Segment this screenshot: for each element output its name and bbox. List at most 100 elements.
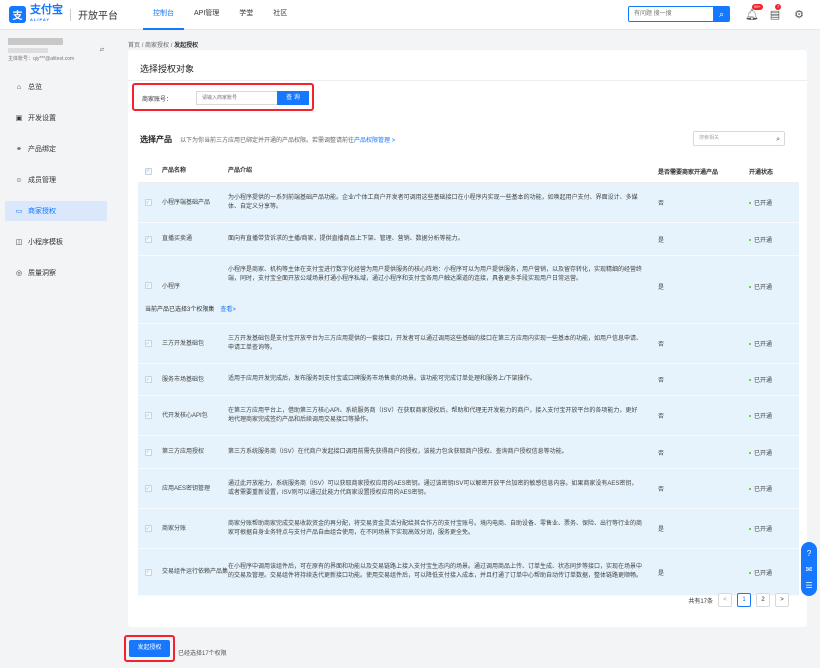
home-icon: ⌂ [16,83,22,91]
floating-help-bar: ? ✉ ☰ [801,542,817,596]
sidebar-item-label: 小程序模板 [28,239,63,246]
logo-divider [70,8,71,21]
sidebar-item-label: 成员管理 [28,177,56,184]
logo-subtext: ALIPAY [30,16,51,22]
row-checkbox[interactable]: ✓ [144,235,152,243]
table-row[interactable]: ✓ 第三方应用授权 第三方系统服务商（ISV）在代商户发起接口调用前需先获得商户的授… [138,436,799,469]
table-row[interactable]: ✓ 服务市场基础包 适用于应用开发完成后，发布服务到支付宝或口碑服务市场售卖的场景。… [138,364,799,396]
notification-button[interactable]: 🔔︎ 99+ [745,4,763,21]
task-badge: 7 [775,4,782,10]
sidebar-item-label: 商家授权 [28,208,56,215]
sidebar-item-merchant-auth[interactable]: ▭ 商家授权 [5,201,107,221]
gear-icon: ⚙ [794,8,804,21]
status-dot [749,488,751,491]
row-checkbox[interactable]: ✓ [144,282,152,289]
platform-name: 开放平台 [78,11,118,22]
sidebar-item-label: 开发设置 [28,115,56,122]
feedback-icon[interactable]: ☰ [805,581,812,590]
initiate-auth-button[interactable]: 发起授权 [129,640,170,657]
row-checkbox[interactable]: ✓ [144,448,152,456]
nav-api[interactable]: API管理 [184,0,229,30]
auth-search-highlight: 商家账号： 查 询 [132,83,314,111]
status-dot [749,451,751,454]
alipay-logo-icon: 支 [9,6,26,23]
global-search-button[interactable]: ⌕ [713,6,730,22]
sidebar-item-overview[interactable]: ⌂ 总览 [5,77,107,97]
chat-icon[interactable]: ✉ [806,565,813,574]
table-row[interactable]: ✓ 交易组件运行依赖产品集 在小程序中调用该组件后，可在原有的界面和功能以及交易链路… [138,549,799,596]
table-row[interactable]: ✓ 三方开发基础包 三方开发基础包是支付宝开放平台为三方应用提供的一套接口，开发者可… [138,324,799,364]
sidebar-item-label: 总览 [28,84,42,91]
row-checkbox[interactable]: ✓ [144,485,152,492]
col-status: 开通状态 [749,169,774,176]
selected-permission-note: 当前产品已选择3个权限集 查看> [145,307,236,313]
col-need: 是否需要商家开通产品 [658,169,719,176]
nav-community[interactable]: 社区 [263,0,297,30]
breadcrumb: 首页 / 商家授权 / 发起授权 [128,43,199,49]
pagination-page-2[interactable]: 2 [756,593,770,607]
merchant-account-label: 商家账号： [142,97,173,103]
sidebar-item-product-binding[interactable]: ⚭ 产品绑定 [5,139,107,159]
status-dot [749,571,751,574]
view-selected-link[interactable]: 查看> [220,307,236,313]
account-info: ⇄ 主体账号：qiy***@alitest.com [0,30,112,70]
quality-icon: ◎ [15,270,23,277]
breadcrumb-parent[interactable]: 商家授权 [145,43,169,49]
account-sub-redacted [8,48,48,53]
nav-console[interactable]: 控制台 [143,0,184,30]
help-icon[interactable]: ? [807,549,811,558]
global-search-input[interactable] [628,6,714,22]
sidebar-item-quality[interactable]: ◎ 质量洞察 [5,263,107,283]
logo-text: 支付宝 [30,3,63,16]
sidebar: ⇄ 主体账号：qiy***@alitest.com ⌂ 总览 ▣ 开发设置 ⚭ 产品绑… [0,30,112,668]
row-checkbox[interactable]: ✓ [144,376,152,383]
nav-academy[interactable]: 学堂 [229,0,263,30]
switch-account-icon[interactable]: ⇄ [100,47,104,53]
table-row[interactable]: ✓ 代开发核心API包 在第三方应用平台上，借助第三方核心API、系统服务商（ISV… [138,396,799,436]
product-card-title: 选择产品 [140,135,172,144]
top-bar: 支 支付宝ALIPAY 开放平台 控制台 API管理 学堂 社区 ⌕ 🔔︎99+… [0,0,820,30]
sidebar-item-miniapp-template[interactable]: ◫ 小程序模板 [5,232,107,252]
account-id-label: 主体账号：qiy***@alitest.com [8,56,75,62]
pagination: 共有17条 < 1 2 > [688,593,789,607]
query-button[interactable]: 查 询 [277,91,309,105]
table-row[interactable]: ✓ 小程序 小程序是商家、机构等主体在支付宝进行数字化经营为用户提供服务的核心阵地：… [138,256,799,324]
submit-highlight: 发起授权 [124,635,175,662]
product-search-input[interactable]: 搜索相关 ⌕ [693,131,785,146]
row-checkbox[interactable]: ✓ [144,199,152,206]
notification-badge: 99+ [752,4,763,10]
top-nav: 控制台 API管理 学堂 社区 [143,0,297,30]
logo[interactable]: 支 支付宝 ALIPAY 开放平台 [9,3,118,25]
row-checkbox[interactable]: ✓ [144,525,152,532]
selected-count-note: 已经选择17个权限 [178,651,227,657]
breadcrumb-current: 发起授权 [174,43,199,49]
status-dot [749,286,751,289]
settings-button[interactable]: ⚙ [792,7,806,21]
search-icon: ⌕ [718,8,725,19]
pagination-total: 共有17条 [688,598,713,605]
pagination-page-1[interactable]: 1 [737,593,751,607]
product-card-desc: 以下为你当前三方应用已绑定并开通的产品权限。若需调整请前往产品权限管理 > [180,138,396,144]
pagination-next[interactable]: > [775,593,789,607]
row-checkbox[interactable]: ✓ [144,340,152,347]
status-dot [749,343,751,346]
link-icon: ⚭ [16,146,22,153]
select-all-checkbox[interactable]: ✓ [144,167,152,175]
table-row[interactable]: ✓ 应用AES密钥管理 通过此开放能力，系统服务商（ISV）可以获取商家授权应用的A… [138,469,799,509]
task-button[interactable]: ▤ 7 [768,4,782,21]
status-dot [749,415,751,418]
sidebar-item-dev-settings[interactable]: ▣ 开发设置 [5,108,107,128]
account-name-redacted [8,38,63,45]
merchant-account-input[interactable] [196,91,278,105]
template-icon: ◫ [15,239,23,246]
row-checkbox[interactable]: ✓ [144,568,152,576]
sidebar-item-members[interactable]: ☺ 成员管理 [5,170,107,190]
row-checkbox[interactable]: ✓ [144,412,152,419]
pagination-prev[interactable]: < [718,593,732,607]
breadcrumb-home[interactable]: 首页 [128,43,140,49]
status-dot [749,528,751,531]
product-permission-link[interactable]: 产品权限管理 > [354,138,395,144]
table-row[interactable]: ✓ 直播买卖通 面向有直播带货诉求的主播/商家，提供直播商品上下架、管理、营销、数据… [138,223,799,256]
table-row[interactable]: ✓ 商家分账 商家分账帮助商家完成交易收款资金的再分配，将交易资金灵活分配给其合作方… [138,509,799,549]
table-row[interactable]: ✓ 小程序端基础产品 为小程序提供的一系列前端基础产品功能。企业/个体工商户开发者可… [138,183,799,223]
